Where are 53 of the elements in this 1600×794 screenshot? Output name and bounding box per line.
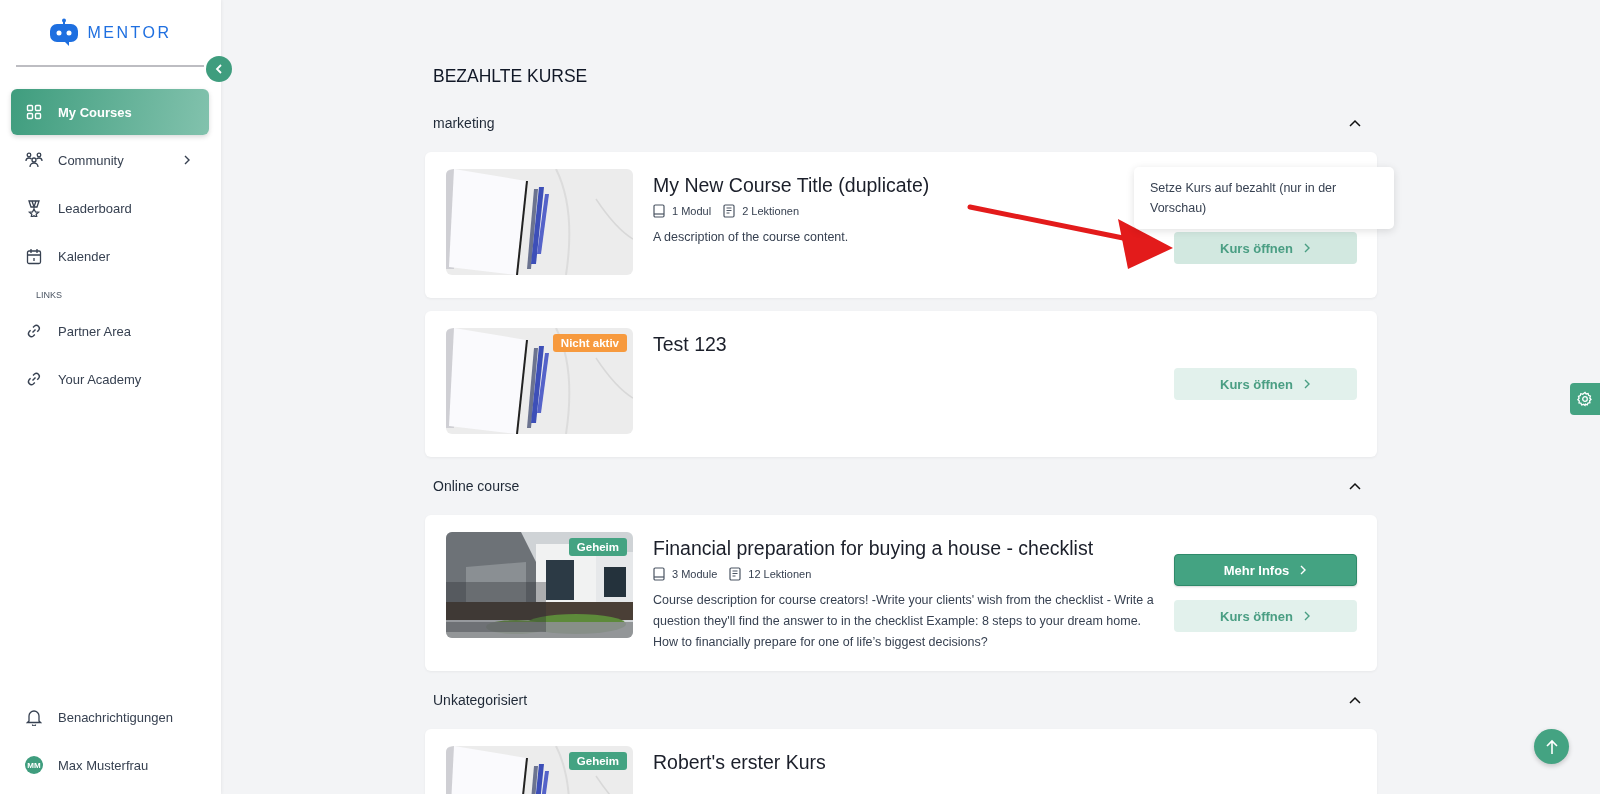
section-heading: LINKS [35, 289, 63, 302]
page-heading: BEZAHLTE KURSE [433, 65, 589, 88]
award-icon [25, 199, 43, 217]
link-icon [25, 371, 43, 387]
course-description: Course description for course creators! -Write your clients' wish from the checklist - Write a question they'll find the answer to in the checklist Example: 8 steps to your dream home. How to financially prepare for one of life’s biggest decisions? [653, 592, 1154, 651]
course-title: Robert's erster Kurs [653, 751, 827, 774]
notifications-item[interactable]: Benachrichtigungen [11, 694, 209, 740]
chevron-icon [1299, 565, 1308, 575]
course-title: Test 123 [653, 333, 728, 356]
scroll-top-button[interactable] [1534, 729, 1569, 764]
gear-icon [1577, 391, 1593, 407]
link-icon [25, 323, 43, 339]
settings-button[interactable] [1570, 383, 1600, 415]
logo-icon [49, 18, 80, 48]
sidebar-item[interactable]: Leaderboard [11, 185, 209, 231]
logo-text: MENTOR [87, 24, 172, 42]
sidebar-link[interactable]: Partner Area [11, 308, 209, 354]
document-icon [729, 567, 742, 581]
book-icon [653, 567, 665, 581]
collapse-button[interactable] [206, 56, 232, 82]
sidebar-link[interactable]: Your Academy [11, 356, 209, 402]
module-count: 1 Modul [672, 205, 712, 217]
category-title: Unkategorisiert [433, 692, 528, 708]
sidebar-item[interactable]: Community [11, 137, 209, 183]
collapse-chevron-icon[interactable] [1349, 482, 1361, 490]
category-title: Online course [433, 478, 520, 494]
avatar: MM [25, 756, 43, 774]
user-profile[interactable]: MM Max Musterfrau [11, 742, 209, 788]
course-description: A description of the course content. [653, 229, 850, 246]
course-title: My New Course Title (duplicate) [653, 174, 931, 197]
status-badge: Nicht aktiv [552, 334, 627, 352]
tooltip: Setze Kurs auf bezahlt (nur in der Vorschau) [1134, 167, 1394, 229]
lesson-count: 12 Lektionen [748, 568, 812, 580]
chevron-icon [1302, 611, 1311, 621]
book-icon [653, 204, 665, 218]
module-count: 3 Module [672, 568, 718, 580]
people-icon [25, 152, 43, 168]
collapse-chevron-icon[interactable] [1349, 696, 1361, 704]
status-badge: Geheim [568, 538, 627, 556]
lesson-count: 2 Lektionen [742, 205, 800, 217]
document-icon [723, 204, 736, 218]
chevron-icon [1302, 243, 1311, 253]
status-badge: Geheim [568, 752, 627, 770]
bell-icon [25, 708, 43, 726]
sidebar-item[interactable]: Kalender [11, 233, 209, 279]
category-title: marketing [433, 115, 495, 131]
chevron-icon [1302, 379, 1311, 389]
collapse-chevron-icon[interactable] [1349, 119, 1361, 127]
grid-icon [25, 104, 43, 120]
calendar-icon [25, 247, 43, 265]
arrow-up-icon [1544, 738, 1559, 755]
chevron-left-icon [215, 64, 223, 74]
course-title: Financial preparation for buying a house - checklist [653, 537, 1095, 560]
